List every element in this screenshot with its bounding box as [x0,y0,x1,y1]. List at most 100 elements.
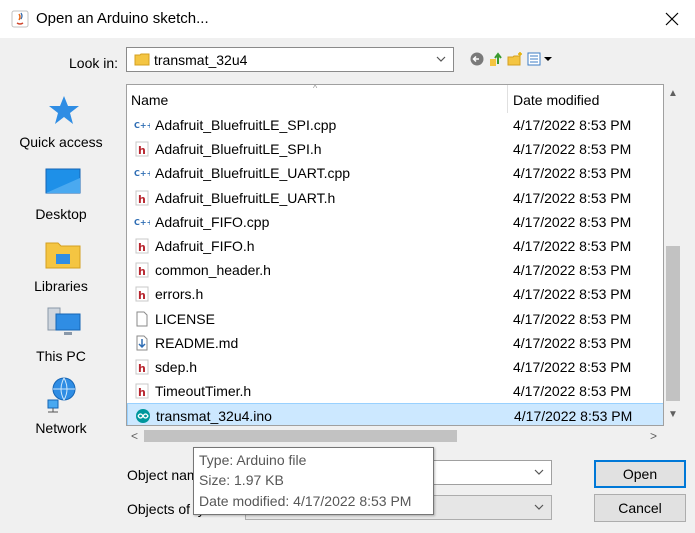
file-date-modified: 4/17/2022 8:53 PM [513,358,632,375]
file-row[interactable]: transmat_32u4.ino 4/17/2022 8:53 PM [127,403,663,425]
file-row[interactable]: h TimeoutTimer.h 4/17/2022 8:53 PM [127,379,663,403]
look-in-value: transmat_32u4 [154,52,248,68]
arduino-file-icon [135,408,151,424]
svg-text:h: h [138,265,146,278]
window-title: Open an Arduino sketch... [36,10,209,27]
file-date-modified: 4/17/2022 8:53 PM [513,310,632,327]
file-name: Adafruit_FIFO.cpp [155,213,270,230]
file-row[interactable]: C++ Adafruit_BluefruitLE_SPI.cpp 4/17/2022… [127,113,663,137]
file-row[interactable]: h Adafruit_BluefruitLE_UART.h 4/17/2022 8:… [127,186,663,210]
file-date-modified: 4/17/2022 8:53 PM [513,213,632,230]
vertical-scrollbar[interactable]: ▲ ▼ [664,84,682,426]
look-in-dropdown[interactable]: transmat_32u4 [126,47,454,72]
scroll-down-icon[interactable]: ▼ [668,409,678,420]
file-date-modified: 4/17/2022 8:53 PM [514,408,633,425]
md-file-icon [134,335,150,351]
view-menu-button[interactable] [526,50,554,68]
open-button[interactable]: Open [594,460,686,488]
object-name-label: Object nam [127,467,199,483]
column-header-date[interactable]: Date modified [513,92,599,108]
file-name: Adafruit_BluefruitLE_SPI.cpp [155,117,337,133]
svg-text:h: h [138,144,146,157]
file-name: LICENSE [155,310,215,327]
cpp-file-icon: C++ [134,165,153,181]
file-row[interactable]: h Adafruit_BluefruitLE_SPI.h 4/17/2022 8:5… [127,137,663,161]
file-rows: C++ Adafruit_BluefruitLE_SPI.cpp 4/17/2022… [127,113,663,425]
horizontal-scroll-thumb[interactable] [144,430,457,442]
svg-text:C++: C++ [134,218,150,227]
scroll-right-icon[interactable]: > [650,429,657,443]
file-name: common_header.h [155,262,271,279]
back-arrow-icon [470,52,484,66]
vertical-scroll-thumb[interactable] [666,246,680,401]
file-date-modified: 4/17/2022 8:53 PM [513,286,632,303]
file-date-modified: 4/17/2022 8:53 PM [513,237,632,254]
quick-access-star-icon [49,96,79,124]
h-file-icon: h [134,359,150,375]
close-button[interactable] [657,6,687,32]
place-desktop[interactable]: Desktop [0,164,122,234]
file-row[interactable]: h errors.h 4/17/2022 8:53 PM [127,282,663,306]
horizontal-scrollbar[interactable]: < > [126,426,664,446]
sort-ascending-icon: ^ [313,84,318,93]
libraries-folder-icon [45,242,81,269]
view-list-icon [527,52,552,66]
file-row[interactable]: C++ Adafruit_BluefruitLE_UART.cpp 4/17/202… [127,161,663,185]
file-name: Adafruit_BluefruitLE_UART.h [155,189,336,206]
place-label: Libraries [34,278,88,294]
h-file-icon: h [134,286,150,302]
file-row[interactable]: h sdep.h 4/17/2022 8:53 PM [127,355,663,379]
file-name: transmat_32u4.ino [156,408,272,425]
place-this-pc[interactable]: This PC [0,306,122,376]
scroll-left-icon[interactable]: < [131,429,138,443]
file-row[interactable]: h common_header.h 4/17/2022 8:53 PM [127,258,663,282]
new-folder-button[interactable] [506,50,524,68]
scroll-up-icon[interactable]: ▲ [668,88,678,99]
up-folder-icon [490,52,502,66]
file-date-modified: 4/17/2022 8:53 PM [513,383,632,400]
tooltip-date: Date modified: 4/17/2022 8:53 PM [199,493,412,509]
svg-text:h: h [138,386,146,399]
chevron-down-icon [534,469,544,475]
place-label: Quick access [19,134,103,150]
file-date-modified: 4/17/2022 8:53 PM [513,189,632,206]
file-date-modified: 4/17/2022 8:53 PM [513,141,632,158]
file-date-modified: 4/17/2022 8:53 PM [513,117,632,133]
up-folder-button[interactable] [487,50,505,68]
back-button[interactable] [468,50,486,68]
svg-text:h: h [138,241,146,254]
file-date-modified: 4/17/2022 8:53 PM [513,165,632,182]
file-name: TimeoutTimer.h [155,383,252,400]
title-bar: Open an Arduino sketch... [0,0,695,38]
cancel-button[interactable]: Cancel [594,494,686,522]
file-list[interactable]: ^ Name Date modified C++ Adafruit_Bluefru… [126,84,664,426]
file-name: errors.h [155,286,204,303]
column-header-name[interactable]: Name [131,92,168,108]
file-row[interactable]: h Adafruit_FIFO.h 4/17/2022 8:53 PM [127,234,663,258]
desktop-icon [45,168,81,194]
file-name: sdep.h [155,358,198,375]
network-icon [47,377,76,413]
file-name: README.md [155,334,239,351]
file-info-tooltip: Type: Arduino file Size: 1.97 KB Date mo… [193,447,434,515]
chevron-down-icon [436,56,446,62]
file-row[interactable]: README.md 4/17/2022 8:53 PM [127,331,663,355]
java-app-icon [11,10,29,28]
file-row[interactable]: LICENSE 4/17/2022 8:53 PM [127,307,663,331]
folder-icon [134,53,150,66]
h-file-icon: h [134,262,150,278]
file-date-modified: 4/17/2022 8:53 PM [513,262,632,279]
file-row[interactable]: C++ Adafruit_FIFO.cpp 4/17/2022 8:53 PM [127,210,663,234]
file-list-header: ^ Name Date modified [127,84,663,113]
cpp-file-icon: C++ [134,117,153,133]
close-icon [665,12,679,26]
place-label: This PC [36,348,86,364]
places-sidebar: Quick access Desktop Libraries This PC N… [0,82,122,452]
svg-text:C++: C++ [134,169,150,178]
file-name: Adafruit_FIFO.h [155,237,255,254]
place-network[interactable]: Network [0,376,122,446]
place-quick-access[interactable]: Quick access [0,92,122,162]
svg-text:C++: C++ [134,121,150,130]
place-libraries[interactable]: Libraries [0,234,122,304]
column-divider[interactable] [507,85,508,113]
